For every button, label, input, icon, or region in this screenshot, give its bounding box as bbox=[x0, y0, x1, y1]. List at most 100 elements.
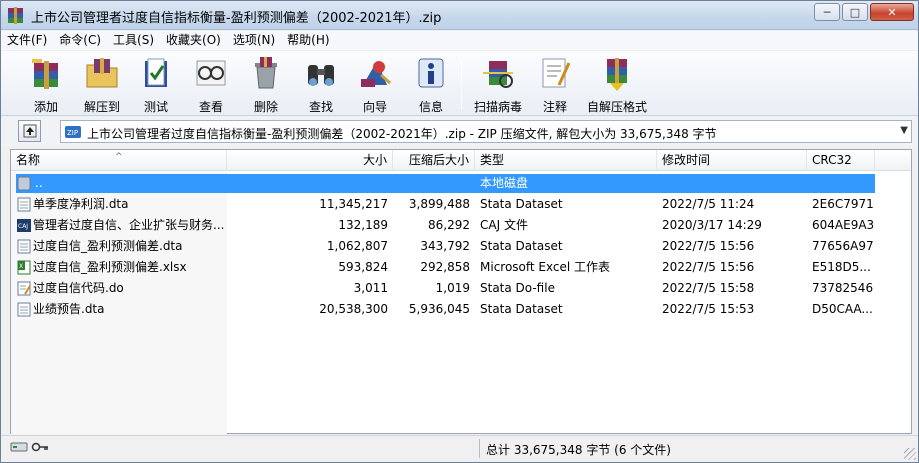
file-crc: 604AE9A3 bbox=[812, 218, 875, 232]
sort-ascending-icon: ^ bbox=[115, 152, 123, 162]
comment-icon bbox=[542, 58, 571, 88]
toolbar: 添加 解压到 测试 查看 删除 查找 向导 信息 扫描病毒 注释 自解压格式 bbox=[1, 51, 918, 116]
file-size: 11,345,217 bbox=[319, 197, 388, 211]
col-name[interactable]: 名称 ^ bbox=[11, 150, 227, 171]
test-icon bbox=[145, 58, 167, 87]
minimize-button[interactable]: ─ bbox=[814, 3, 840, 21]
winrar-app-icon bbox=[8, 7, 23, 24]
sfx-label: 自解压格式 bbox=[586, 100, 647, 114]
add-label: 添加 bbox=[33, 100, 58, 114]
file-name: 管理者过度自信、企业扩张与财务... bbox=[33, 218, 225, 232]
stata-file-icon bbox=[17, 239, 31, 254]
file-type: CAJ 文件 bbox=[480, 218, 528, 232]
window-title: 上市公司管理者过度自信指标衡量-盈利预测偏差（2002-2021年）.zip bbox=[31, 11, 442, 26]
view-icon bbox=[196, 60, 226, 86]
file-name: 单季度净利润.dta bbox=[33, 197, 129, 211]
menu-favorites[interactable]: 收藏夹(O) bbox=[160, 31, 227, 50]
stata-file-icon bbox=[17, 197, 31, 212]
table-row[interactable]: 过度自信代码.do 3,011 1,019 Stata Do-file 2022… bbox=[11, 278, 911, 299]
menu-commands[interactable]: 命令(C) bbox=[53, 31, 107, 50]
wizard-label: 向导 bbox=[362, 100, 387, 114]
file-modified: 2022/7/5 15:58 bbox=[662, 281, 755, 295]
do-file-icon bbox=[17, 281, 31, 296]
menu-file[interactable]: 文件(F) bbox=[1, 31, 53, 50]
col-size[interactable]: 大小 bbox=[227, 150, 393, 171]
table-row[interactable]: CAJ 管理者过度自信、企业扩张与财务... 132,189 86,292 CA… bbox=[11, 215, 911, 236]
svg-text:ZIP: ZIP bbox=[67, 129, 78, 137]
add-button[interactable]: 添加 bbox=[21, 55, 71, 114]
file-name: 过度自信_盈利预测偏差.dta bbox=[33, 239, 183, 253]
virus-scan-icon bbox=[483, 61, 513, 88]
col-type[interactable]: 类型 bbox=[475, 150, 657, 171]
maximize-button[interactable]: □ bbox=[842, 3, 868, 21]
table-row[interactable]: 过度自信_盈利预测偏差.dta 1,062,807 343,792 Stata … bbox=[11, 236, 911, 257]
parent-name: .. bbox=[35, 176, 43, 190]
file-type: Stata Dataset bbox=[480, 302, 563, 316]
file-size: 593,824 bbox=[338, 260, 388, 274]
up-arrow-icon bbox=[23, 124, 36, 138]
table-row[interactable]: 单季度净利润.dta 11,345,217 3,899,488 Stata Da… bbox=[11, 194, 911, 215]
find-button[interactable]: 查找 bbox=[299, 55, 343, 114]
address-bar: ZIP 上市公司管理者过度自信指标衡量-盈利预测偏差（2002-2021年）.z… bbox=[1, 117, 918, 146]
toolbar-separator bbox=[461, 59, 462, 109]
table-row[interactable]: X 过度自信_盈利预测偏差.xlsx 593,824 292,858 Micro… bbox=[11, 257, 911, 278]
title-bar[interactable]: 上市公司管理者过度自信指标衡量-盈利预测偏差（2002-2021年）.zip ─… bbox=[1, 1, 918, 30]
menu-help[interactable]: 帮助(H) bbox=[281, 31, 335, 50]
comment-label: 注释 bbox=[542, 100, 567, 114]
status-bar: 总计 33,675,348 字节 (6 个文件) bbox=[1, 435, 918, 462]
resize-grip[interactable] bbox=[904, 448, 916, 460]
add-archive-icon bbox=[32, 59, 58, 89]
test-button[interactable]: 测试 bbox=[135, 55, 177, 114]
file-modified: 2020/3/17 14:29 bbox=[662, 218, 762, 232]
file-modified: 2022/7/5 15:56 bbox=[662, 239, 755, 253]
virus-scan-button[interactable]: 扫描病毒 bbox=[471, 55, 525, 114]
svg-text:CAJ: CAJ bbox=[18, 223, 28, 230]
delete-label: 删除 bbox=[253, 100, 278, 114]
menu-options[interactable]: 选项(N) bbox=[227, 31, 281, 50]
excel-file-icon: X bbox=[17, 260, 31, 275]
find-label: 查找 bbox=[308, 100, 333, 114]
list-item-parent[interactable]: .. 本地磁盘 bbox=[11, 173, 911, 194]
wizard-icon bbox=[361, 61, 391, 87]
view-button[interactable]: 查看 bbox=[189, 55, 233, 114]
view-label: 查看 bbox=[198, 100, 223, 114]
file-packed: 292,858 bbox=[420, 260, 470, 274]
col-modified[interactable]: 修改时间 bbox=[657, 150, 807, 171]
svg-text:X: X bbox=[19, 263, 23, 270]
col-packed[interactable]: 压缩后大小 bbox=[393, 150, 475, 171]
address-field[interactable]: ZIP 上市公司管理者过度自信指标衡量-盈利预测偏差（2002-2021年）.z… bbox=[60, 120, 912, 143]
status-summary: 总计 33,675,348 字节 (6 个文件) bbox=[486, 443, 671, 457]
file-modified: 2022/7/5 15:56 bbox=[662, 260, 755, 274]
menu-tools[interactable]: 工具(S) bbox=[107, 31, 160, 50]
file-crc: 73782546 bbox=[812, 281, 874, 295]
up-folder-button[interactable] bbox=[18, 120, 41, 142]
delete-button[interactable]: 删除 bbox=[243, 55, 289, 114]
file-type: Stata Do-file bbox=[480, 281, 555, 295]
file-packed: 5,936,045 bbox=[408, 302, 470, 316]
file-modified: 2022/7/5 15:53 bbox=[662, 302, 755, 316]
virus-scan-label: 扫描病毒 bbox=[473, 100, 522, 114]
file-type: Microsoft Excel 工作表 bbox=[480, 260, 611, 274]
drive-status-icon[interactable] bbox=[10, 440, 28, 454]
file-name: 过度自信_盈利预测偏差.xlsx bbox=[33, 260, 187, 274]
address-dropdown-icon[interactable]: ▼ bbox=[900, 125, 908, 136]
table-row[interactable]: 业绩预告.dta 20,538,300 5,936,045 Stata Data… bbox=[11, 299, 911, 320]
wizard-button[interactable]: 向导 bbox=[351, 55, 399, 114]
key-icon[interactable] bbox=[31, 440, 49, 454]
col-crc[interactable]: CRC32 bbox=[807, 150, 875, 171]
info-label: 信息 bbox=[418, 100, 443, 114]
extract-to-button[interactable]: 解压到 bbox=[79, 55, 125, 114]
winrar-window: 上市公司管理者过度自信指标衡量-盈利预测偏差（2002-2021年）.zip ─… bbox=[0, 0, 919, 463]
file-name: 过度自信代码.do bbox=[33, 281, 124, 295]
sfx-button[interactable]: 自解压格式 bbox=[585, 55, 649, 114]
comment-button[interactable]: 注释 bbox=[533, 55, 577, 114]
file-type: Stata Dataset bbox=[480, 197, 563, 211]
column-header: 名称 ^ 大小 压缩后大小 类型 修改时间 CRC32 bbox=[11, 150, 911, 171]
info-button[interactable]: 信息 bbox=[409, 55, 453, 114]
file-type: Stata Dataset bbox=[480, 239, 563, 253]
close-button[interactable]: ✕ bbox=[870, 3, 914, 21]
menu-bar: 文件(F) 命令(C) 工具(S) 收藏夹(O) 选项(N) 帮助(H) bbox=[1, 31, 918, 50]
test-label: 测试 bbox=[143, 100, 168, 114]
file-name: 业绩预告.dta bbox=[33, 302, 105, 316]
sfx-icon bbox=[607, 58, 627, 91]
